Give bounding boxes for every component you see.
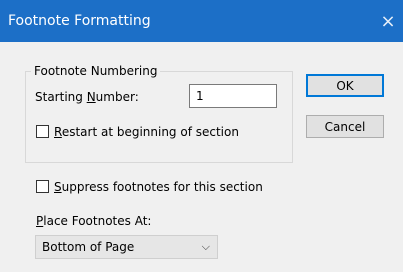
starting-number-label-prefix: Starting <box>35 90 87 104</box>
restart-label-accel: R <box>54 125 62 139</box>
footnote-numbering-group-title: Footnote Numbering <box>31 63 161 79</box>
suppress-checkbox[interactable] <box>36 180 49 193</box>
restart-label-rest: estart at beginning of section <box>61 125 239 139</box>
restart-label[interactable]: Restart at beginning of section <box>54 124 239 140</box>
starting-number-label-accel: N <box>86 90 96 104</box>
title-bar: Footnote Formatting × <box>0 0 403 42</box>
place-footnotes-selected: Bottom of Page <box>42 240 135 254</box>
restart-checkbox[interactable] <box>36 125 49 138</box>
suppress-label-rest: uppress footnotes for this section <box>61 180 263 194</box>
window-title: Footnote Formatting <box>8 13 151 29</box>
starting-number-label-rest: umber: <box>95 90 139 104</box>
ok-button[interactable]: OK <box>306 74 384 97</box>
place-footnotes-label: Place Footnotes At: <box>36 213 151 229</box>
place-footnotes-label-rest: lace Footnotes At: <box>43 214 152 228</box>
close-glyph: × <box>380 10 396 32</box>
suppress-label-accel: S <box>54 180 62 194</box>
starting-number-field[interactable]: 1 <box>189 84 277 108</box>
close-icon[interactable]: × <box>373 0 403 42</box>
cancel-button[interactable]: Cancel <box>306 115 384 138</box>
chevron-down-icon: ⌵ <box>201 240 210 253</box>
starting-number-label: Starting Number: <box>35 89 139 105</box>
place-footnotes-select[interactable]: Bottom of Page ⌵ <box>35 235 218 259</box>
suppress-label[interactable]: Suppress footnotes for this section <box>54 179 263 195</box>
